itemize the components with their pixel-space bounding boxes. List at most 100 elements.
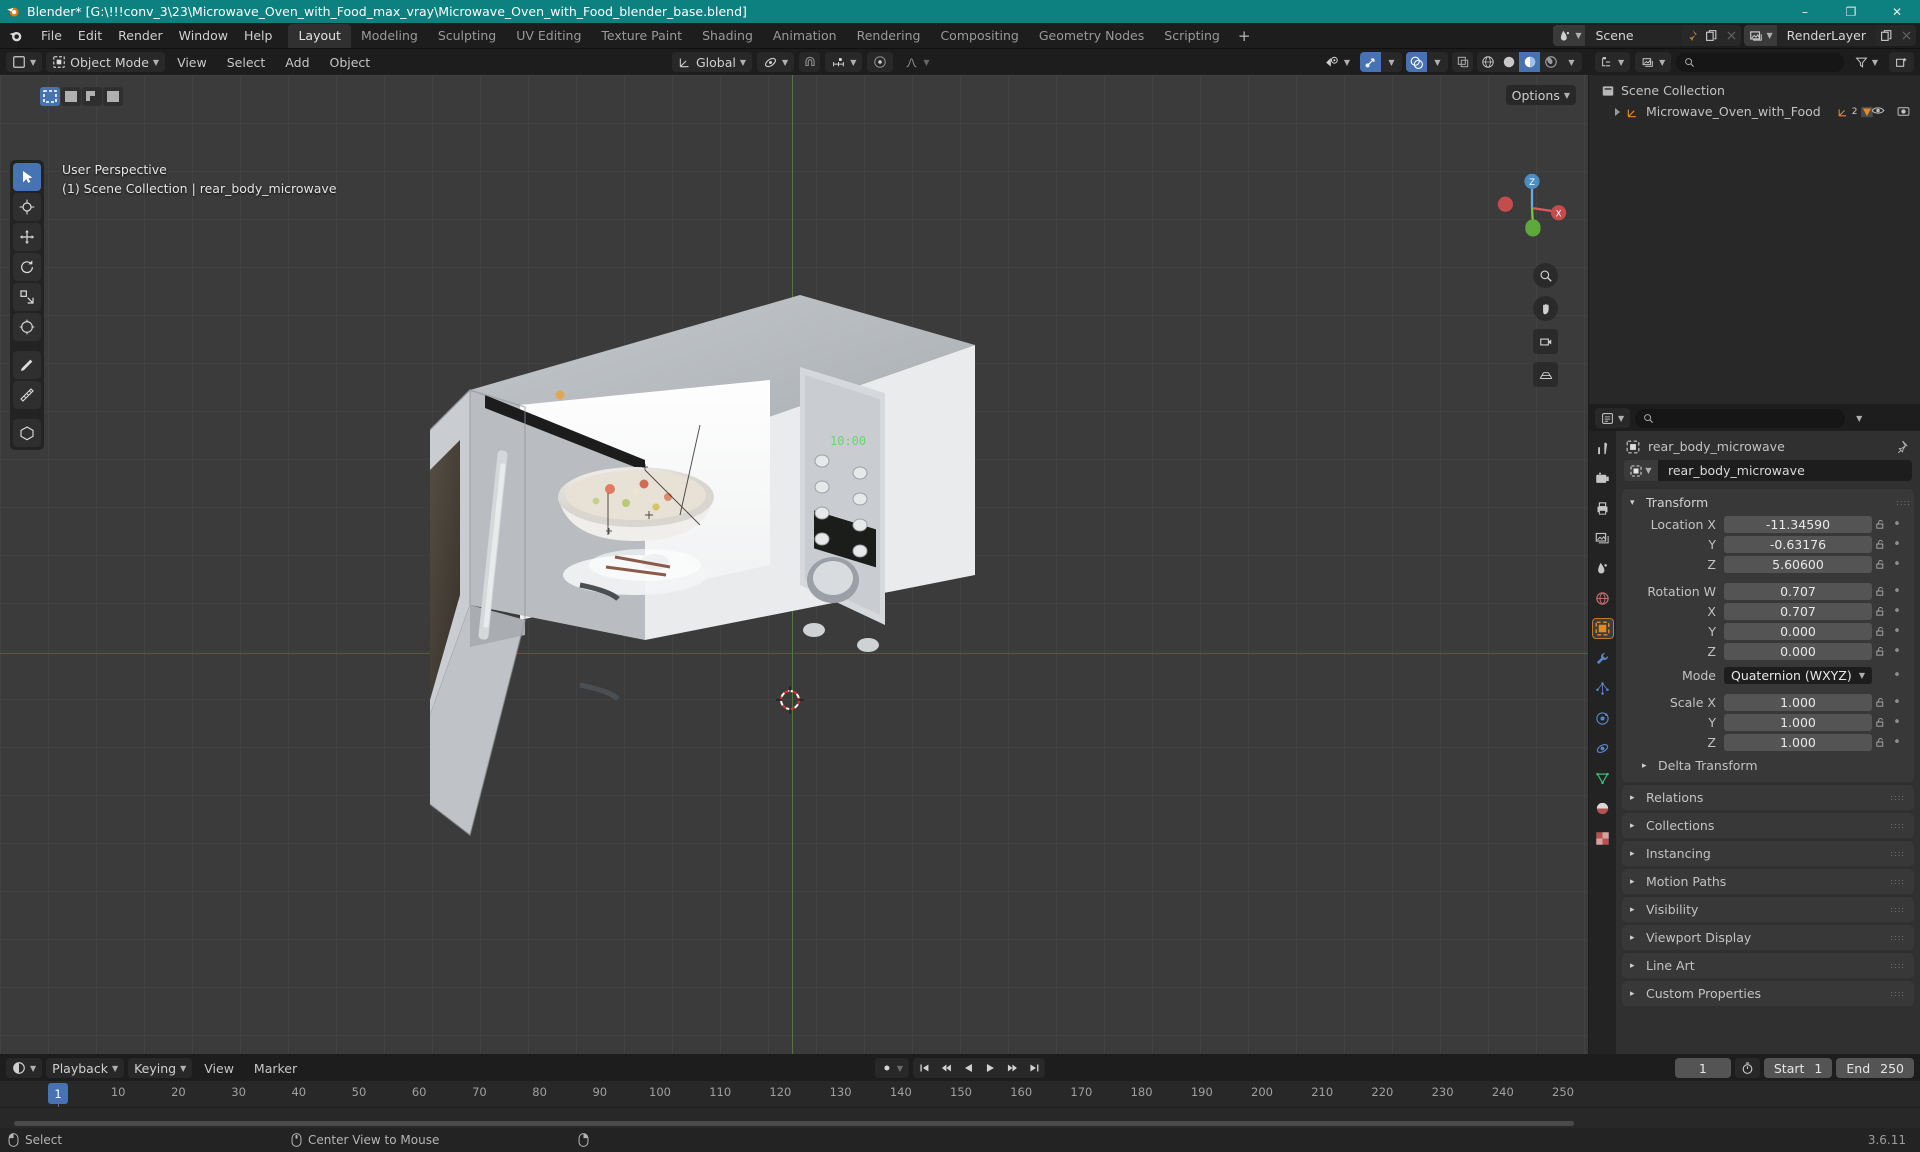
drag-handle-icon[interactable]: :::: bbox=[1890, 877, 1905, 886]
menu-help[interactable]: Help bbox=[236, 25, 281, 46]
tab-uv-editing[interactable]: UV Editing bbox=[506, 24, 591, 48]
toggle-ortho-perspective-button[interactable] bbox=[1533, 362, 1558, 387]
scene-name[interactable]: Scene bbox=[1585, 25, 1682, 46]
end-frame-input[interactable]: End 250 bbox=[1836, 1058, 1914, 1078]
timeline-editor-type-button[interactable]: ▼ bbox=[6, 1058, 43, 1078]
add-workspace-button[interactable]: + bbox=[1230, 25, 1259, 47]
tool-select-box[interactable] bbox=[13, 163, 41, 191]
panel-visibility[interactable]: ▸ Visibility :::: bbox=[1622, 897, 1914, 922]
panel-instancing[interactable]: ▸ Instancing :::: bbox=[1622, 841, 1914, 866]
material-preview-button[interactable] bbox=[1519, 52, 1540, 72]
properties-options-button[interactable]: ▼ bbox=[1850, 408, 1868, 428]
snap-mode-dropdown[interactable]: ▼ bbox=[825, 52, 863, 72]
proportional-editing-button[interactable] bbox=[867, 52, 894, 72]
scale-y-input[interactable]: 1.000 bbox=[1724, 714, 1872, 731]
tab-layout[interactable]: Layout bbox=[288, 23, 351, 48]
viewport-menu-object[interactable]: Object bbox=[322, 55, 379, 70]
tab-geometry-nodes[interactable]: Geometry Nodes bbox=[1029, 24, 1154, 48]
menu-window[interactable]: Window bbox=[171, 25, 236, 46]
tool-add-cube[interactable] bbox=[13, 419, 41, 447]
tab-sculpting[interactable]: Sculpting bbox=[428, 24, 506, 48]
jump-to-start-button[interactable] bbox=[913, 1058, 935, 1078]
rotation-z-input[interactable]: 0.000 bbox=[1724, 643, 1872, 660]
drag-handle-icon[interactable]: :::: bbox=[1890, 849, 1905, 858]
tab-texture-paint[interactable]: Texture Paint bbox=[591, 24, 692, 48]
toggle-xray-button[interactable] bbox=[1452, 52, 1473, 72]
tool-measure[interactable] bbox=[13, 381, 41, 409]
menu-render[interactable]: Render bbox=[110, 25, 171, 46]
tab-object[interactable] bbox=[1591, 618, 1614, 639]
tab-physics[interactable] bbox=[1593, 709, 1613, 728]
tool-rotate[interactable] bbox=[13, 253, 41, 281]
microwave-oven-model[interactable]: 10:00 bbox=[430, 275, 1110, 975]
animate-scale-z-button[interactable]: • bbox=[1888, 735, 1906, 750]
outliner-display-mode-button[interactable]: ▼ bbox=[1635, 52, 1672, 72]
jump-to-end-button[interactable] bbox=[1023, 1058, 1045, 1078]
animate-location-z-button[interactable]: • bbox=[1888, 557, 1906, 572]
play-button[interactable] bbox=[979, 1058, 1001, 1078]
rotation-w-row[interactable]: Rotation W 0.707 • bbox=[1622, 582, 1906, 601]
viewport-menu-view[interactable]: View bbox=[169, 55, 215, 70]
outliner-row-microwave-object[interactable]: Microwave_Oven_with_Food 2 bbox=[1589, 101, 1920, 122]
snap-magnet-button[interactable] bbox=[799, 52, 820, 72]
rotation-w-input[interactable]: 0.707 bbox=[1724, 583, 1872, 600]
keying-set-dropdown[interactable]: ▼ bbox=[874, 1058, 910, 1078]
tab-output[interactable] bbox=[1593, 499, 1613, 518]
tab-animation[interactable]: Animation bbox=[763, 24, 847, 48]
view-layer-selector[interactable]: ▼ RenderLayer bbox=[1744, 25, 1916, 46]
panel-motion-paths[interactable]: ▸ Motion Paths :::: bbox=[1622, 869, 1914, 894]
tab-particles[interactable] bbox=[1593, 679, 1613, 698]
panel-relations[interactable]: ▸ Relations :::: bbox=[1622, 785, 1914, 810]
scale-x-row[interactable]: Scale X 1.000 • bbox=[1622, 693, 1906, 712]
rotation-x-input[interactable]: 0.707 bbox=[1724, 603, 1872, 620]
drag-handle-icon[interactable]: :::: bbox=[1890, 961, 1905, 970]
viewport-canvas[interactable]: 10:00 User Perspective (1) Scene Collect… bbox=[0, 75, 1588, 1054]
tool-scale[interactable] bbox=[13, 283, 41, 311]
lock-scale-x-icon[interactable] bbox=[1872, 697, 1888, 708]
drag-handle-icon[interactable]: :::: bbox=[1890, 933, 1905, 942]
toggle-camera-view-button[interactable] bbox=[1533, 329, 1558, 354]
properties-search-input[interactable] bbox=[1635, 408, 1846, 428]
lock-rotation-y-icon[interactable] bbox=[1872, 626, 1888, 637]
drag-handle-icon[interactable]: :::: bbox=[1890, 989, 1905, 998]
previous-keyframe-button[interactable] bbox=[935, 1058, 957, 1078]
transform-orientation-dropdown[interactable]: Global ▼ bbox=[672, 52, 753, 72]
tab-scripting[interactable]: Scripting bbox=[1154, 24, 1230, 48]
animate-location-y-button[interactable]: • bbox=[1888, 537, 1906, 552]
scale-y-row[interactable]: Y 1.000 • bbox=[1622, 713, 1906, 732]
options-dropdown[interactable]: Options ▼ bbox=[1505, 85, 1576, 105]
lock-rotation-x-icon[interactable] bbox=[1872, 606, 1888, 617]
viewport-menu-add[interactable]: Add bbox=[277, 55, 317, 70]
delta-transform-subpanel[interactable]: ▸ Delta Transform bbox=[1622, 752, 1914, 775]
drag-handle-icon[interactable]: :::: bbox=[1890, 905, 1905, 914]
animate-location-x-button[interactable]: • bbox=[1888, 517, 1906, 532]
timeline-editor[interactable]: ▼ Playback ▼ Keying ▼ View Marker ▼ 1 St… bbox=[0, 1055, 1920, 1129]
lock-scale-z-icon[interactable] bbox=[1872, 737, 1888, 748]
playback-menu[interactable]: Playback ▼ bbox=[46, 1058, 125, 1078]
location-x-input[interactable]: -11.34590 bbox=[1724, 516, 1872, 533]
pin-id-button[interactable] bbox=[1895, 440, 1908, 453]
show-gizmo-button[interactable] bbox=[1360, 52, 1381, 72]
tab-rendering[interactable]: Rendering bbox=[847, 24, 931, 48]
animate-rotation-z-button[interactable]: • bbox=[1888, 644, 1906, 659]
properties-editor-type-button[interactable]: ▼ bbox=[1595, 408, 1631, 428]
wireframe-shading-button[interactable] bbox=[1477, 52, 1498, 72]
lock-location-x-icon[interactable] bbox=[1872, 519, 1888, 530]
scale-x-input[interactable]: 1.000 bbox=[1724, 694, 1872, 711]
outliner-editor[interactable]: ▼ ▼ ▼ Scene Collection Microwave_Oven_wi… bbox=[1589, 49, 1920, 404]
maximize-button[interactable]: ❐ bbox=[1828, 0, 1874, 23]
object-name-input[interactable]: rear_body_microwave bbox=[1658, 460, 1912, 481]
expand-arrow-icon[interactable] bbox=[1615, 107, 1620, 116]
eye-icon[interactable] bbox=[1871, 105, 1885, 116]
current-frame-input[interactable]: 1 bbox=[1674, 1058, 1731, 1078]
outliner-editor-type-button[interactable]: ▼ bbox=[1595, 52, 1631, 72]
outliner-new-collection-button[interactable] bbox=[1889, 52, 1914, 72]
editor-type-button[interactable]: ▼ bbox=[6, 52, 43, 72]
tool-move[interactable] bbox=[13, 223, 41, 251]
visibility-dropdown[interactable]: ▼ bbox=[1318, 52, 1356, 72]
scene-datablock-icon[interactable]: ▼ bbox=[1553, 25, 1586, 46]
object-name-field-row[interactable]: ▼ rear_body_microwave bbox=[1624, 460, 1912, 481]
unlink-scene-button[interactable] bbox=[1721, 25, 1741, 46]
rotation-y-row[interactable]: Y 0.000 • bbox=[1622, 622, 1906, 641]
gizmo-dropdown[interactable]: ▼ bbox=[1381, 52, 1402, 72]
